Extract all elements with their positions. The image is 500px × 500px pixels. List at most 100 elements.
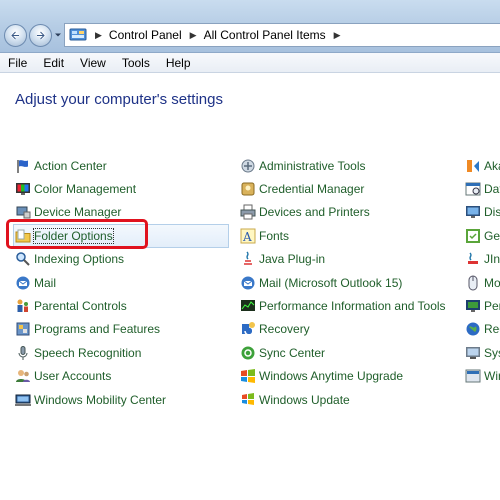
flag-icon: [15, 158, 31, 174]
items-column-3: Aka Dat Disp Get JIni Mo Per Reg Sys Wir: [465, 154, 500, 388]
item-label[interactable]: Reg: [484, 322, 500, 336]
item-label[interactable]: Administrative Tools: [259, 159, 366, 173]
item-speech-recognition[interactable]: Speech Recognition: [15, 341, 225, 364]
item-fonts[interactable]: A Fonts: [240, 224, 460, 247]
item-label[interactable]: Speech Recognition: [34, 346, 141, 360]
getting-started-icon: [465, 228, 481, 244]
item-label[interactable]: Recovery: [259, 322, 310, 336]
device-manager-icon: [15, 204, 31, 220]
item-label[interactable]: Color Management: [34, 182, 136, 196]
item-label[interactable]: Devices and Printers: [259, 205, 370, 219]
item-java-plug-in[interactable]: Java Plug-in: [240, 248, 460, 271]
forward-arrow-icon: [37, 31, 46, 40]
item-label[interactable]: Programs and Features: [34, 322, 160, 336]
item-color-management[interactable]: Color Management: [15, 177, 225, 200]
item-label[interactable]: Windows Mobility Center: [34, 393, 166, 407]
item-label[interactable]: Performance Information and Tools: [259, 299, 446, 313]
item-administrative-tools[interactable]: Administrative Tools: [240, 154, 460, 177]
item-devices-and-printers[interactable]: Devices and Printers: [240, 201, 460, 224]
item-label[interactable]: Sync Center: [259, 346, 325, 360]
item-folder-options[interactable]: Folder Options: [13, 224, 229, 248]
address-bar: ▶ Control Panel ▶ All Control Panel Item…: [0, 0, 500, 53]
monitor-color-icon: [15, 181, 31, 197]
item-label[interactable]: Per: [484, 299, 500, 313]
admin-tools-icon: [240, 158, 256, 174]
back-arrow-icon: [10, 31, 19, 40]
item-mo[interactable]: Mo: [465, 271, 500, 294]
printer-icon: [240, 204, 256, 220]
breadcrumb-control-panel[interactable]: Control Panel: [109, 28, 182, 42]
item-performance-information-and-tools[interactable]: Performance Information and Tools: [240, 294, 460, 317]
menu-edit[interactable]: Edit: [35, 56, 72, 70]
item-label[interactable]: Windows Anytime Upgrade: [259, 369, 403, 383]
item-label[interactable]: User Accounts: [34, 369, 111, 383]
item-credential-manager[interactable]: Credential Manager: [240, 177, 460, 200]
item-label[interactable]: Mail (Microsoft Outlook 15): [259, 276, 402, 290]
item-label[interactable]: Folder Options: [33, 227, 114, 244]
item-indexing-options[interactable]: Indexing Options: [15, 248, 225, 271]
item-wir[interactable]: Wir: [465, 365, 500, 388]
item-reg[interactable]: Reg: [465, 318, 500, 341]
chevron-right-icon[interactable]: ▶: [334, 30, 341, 41]
item-windows-update[interactable]: Windows Update: [240, 388, 460, 411]
back-button[interactable]: [4, 24, 27, 47]
item-label[interactable]: Mo: [484, 276, 500, 290]
breadcrumb-all-items[interactable]: All Control Panel Items: [204, 28, 326, 42]
item-label[interactable]: Disp: [484, 205, 500, 219]
items-column-1: Action Center Color Management Device Mana…: [13, 154, 229, 411]
item-get[interactable]: Get: [465, 224, 500, 247]
item-disp[interactable]: Disp: [465, 201, 500, 224]
microphone-icon: [15, 345, 31, 361]
menu-file[interactable]: File: [0, 56, 35, 70]
item-label[interactable]: Dat: [484, 182, 500, 196]
item-per[interactable]: Per: [465, 294, 500, 317]
aka-icon: [465, 158, 481, 174]
item-mail[interactable]: Mail: [15, 271, 225, 294]
jinitiator-icon: [465, 251, 481, 267]
item-programs-and-features[interactable]: Programs and Features: [15, 318, 225, 341]
svg-text:A: A: [242, 230, 252, 244]
item-windows-mobility-center[interactable]: Windows Mobility Center: [15, 388, 225, 411]
item-label[interactable]: Parental Controls: [34, 299, 127, 313]
java-icon: [240, 251, 256, 267]
item-label[interactable]: Mail: [34, 276, 56, 290]
item-mail-microsoft-outlook-15[interactable]: Mail (Microsoft Outlook 15): [240, 271, 460, 294]
recent-pages-dropdown-icon[interactable]: [54, 31, 62, 39]
item-label[interactable]: Sys: [484, 346, 500, 360]
windows-update-icon: [240, 392, 256, 408]
item-action-center[interactable]: Action Center: [15, 154, 225, 177]
item-device-manager[interactable]: Device Manager: [15, 201, 225, 224]
mail-icon: [15, 275, 31, 291]
item-label[interactable]: JIni: [484, 252, 500, 266]
item-label[interactable]: Device Manager: [34, 205, 121, 219]
item-sync-center[interactable]: Sync Center: [240, 341, 460, 364]
item-sys[interactable]: Sys: [465, 341, 500, 364]
breadcrumb[interactable]: ▶ Control Panel ▶ All Control Panel Item…: [64, 23, 500, 47]
chevron-right-icon[interactable]: ▶: [95, 30, 102, 41]
item-label[interactable]: Java Plug-in: [259, 252, 325, 266]
parental-controls-icon: [15, 298, 31, 314]
item-recovery[interactable]: Recovery: [240, 318, 460, 341]
item-label[interactable]: Windows Update: [259, 393, 350, 407]
item-aka[interactable]: Aka: [465, 154, 500, 177]
item-dat[interactable]: Dat: [465, 177, 500, 200]
item-label[interactable]: Get: [484, 229, 500, 243]
item-user-accounts[interactable]: User Accounts: [15, 365, 225, 388]
item-windows-anytime-upgrade[interactable]: Windows Anytime Upgrade: [240, 365, 460, 388]
chevron-right-icon[interactable]: ▶: [190, 30, 197, 41]
item-jini[interactable]: JIni: [465, 248, 500, 271]
menu-help[interactable]: Help: [158, 56, 199, 70]
item-label[interactable]: Fonts: [259, 229, 289, 243]
personalization-icon: [465, 298, 481, 314]
menu-view[interactable]: View: [72, 56, 114, 70]
main-content: Adjust your computer's settings Action C…: [0, 74, 500, 500]
item-label[interactable]: Aka: [484, 159, 500, 173]
item-parental-controls[interactable]: Parental Controls: [15, 294, 225, 317]
forward-button[interactable]: [29, 24, 52, 47]
item-label[interactable]: Credential Manager: [259, 182, 364, 196]
item-label[interactable]: Indexing Options: [34, 252, 124, 266]
menu-tools[interactable]: Tools: [114, 56, 158, 70]
windows-defender-icon: [465, 368, 481, 384]
item-label[interactable]: Action Center: [34, 159, 107, 173]
item-label[interactable]: Wir: [484, 369, 500, 383]
